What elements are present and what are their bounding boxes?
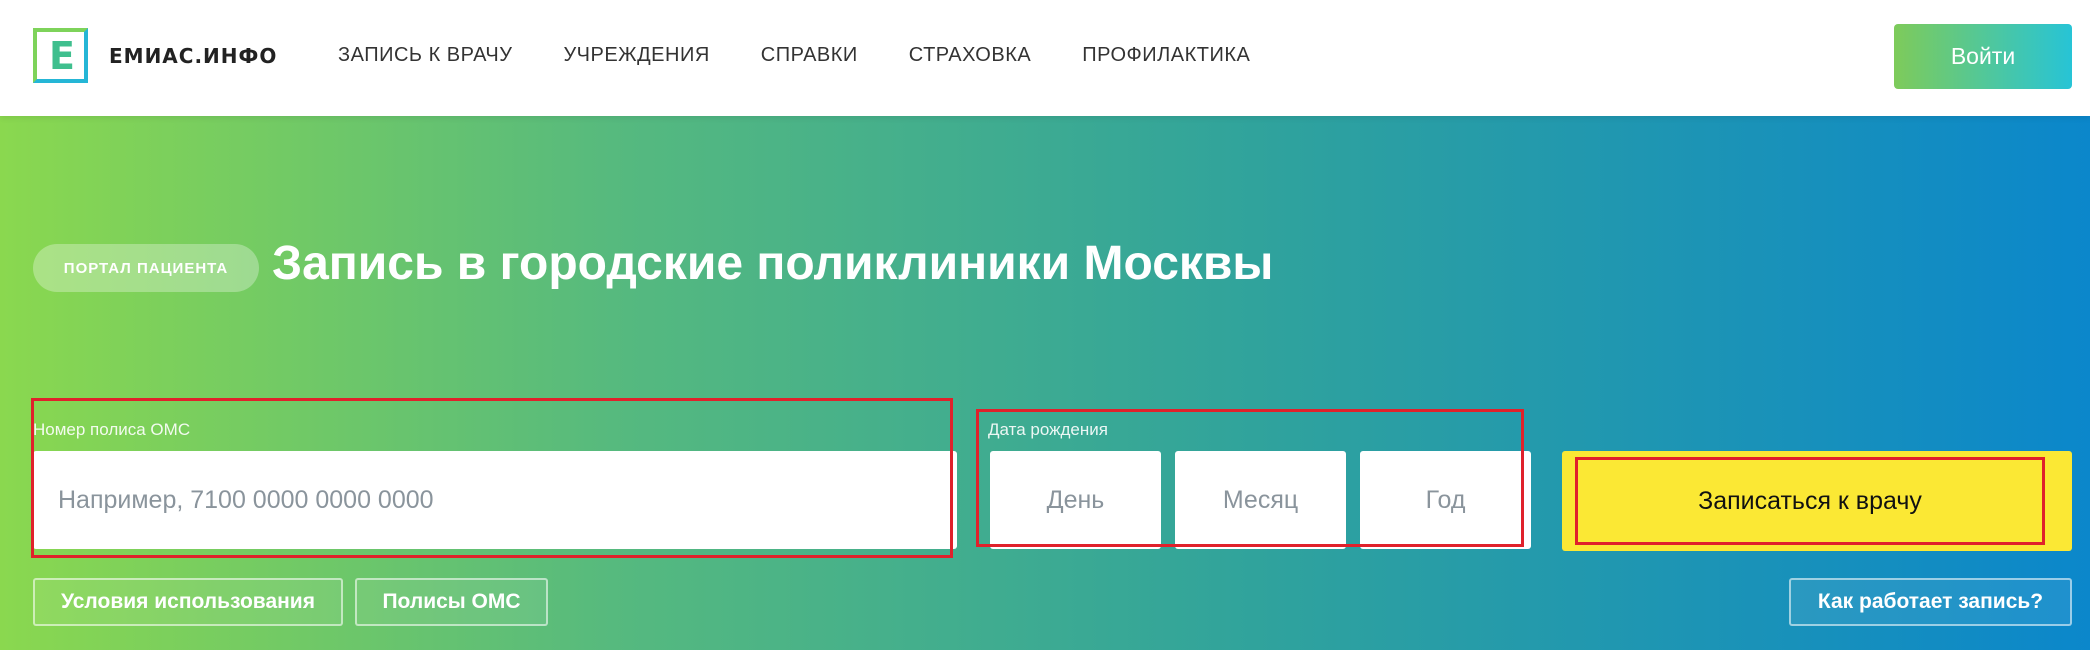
page-title: Запись в городские поликлиники Москвы xyxy=(272,237,1274,290)
nav-item-insurance[interactable]: СТРАХОВКА xyxy=(909,44,1031,67)
book-appointment-button[interactable]: Записаться к врачу xyxy=(1575,457,2045,545)
birth-month-input[interactable] xyxy=(1175,451,1346,549)
logo-text: ЕМИАС.ИНФО xyxy=(109,43,278,68)
logo-mark-icon: E xyxy=(33,28,88,83)
submit-button-container: Записаться к врачу xyxy=(1562,451,2072,551)
nav-item-institutions[interactable]: УЧРЕЖДЕНИЯ xyxy=(563,44,709,67)
birth-day-input[interactable] xyxy=(990,451,1161,549)
site-logo[interactable]: E ЕМИАС.ИНФО xyxy=(33,28,277,83)
oms-policies-button[interactable]: Полисы ОМС xyxy=(355,578,548,626)
birth-date-label: Дата рождения xyxy=(988,420,1108,439)
terms-of-use-button[interactable]: Условия использования xyxy=(33,578,343,626)
logo-letter: E xyxy=(49,34,75,78)
policy-number-input[interactable] xyxy=(33,451,957,549)
login-button[interactable]: Войти xyxy=(1894,24,2072,89)
main-nav: ЗАПИСЬ К ВРАЧУ УЧРЕЖДЕНИЯ СПРАВКИ СТРАХО… xyxy=(338,44,1301,67)
portal-badge: ПОРТАЛ ПАЦИЕНТА xyxy=(33,244,259,292)
birth-year-input[interactable] xyxy=(1360,451,1531,549)
policy-number-label: Номер полиса ОМС xyxy=(33,420,191,439)
nav-item-prevention[interactable]: ПРОФИЛАКТИКА xyxy=(1082,44,1250,67)
site-header: E ЕМИАС.ИНФО ЗАПИСЬ К ВРАЧУ УЧРЕЖДЕНИЯ С… xyxy=(0,0,2090,116)
hero-section: ПОРТАЛ ПАЦИЕНТА Запись в городские полик… xyxy=(0,116,2090,650)
nav-item-appointment[interactable]: ЗАПИСЬ К ВРАЧУ xyxy=(338,44,512,67)
how-booking-works-button[interactable]: Как работает запись? xyxy=(1789,578,2072,626)
nav-item-certificates[interactable]: СПРАВКИ xyxy=(761,44,858,67)
